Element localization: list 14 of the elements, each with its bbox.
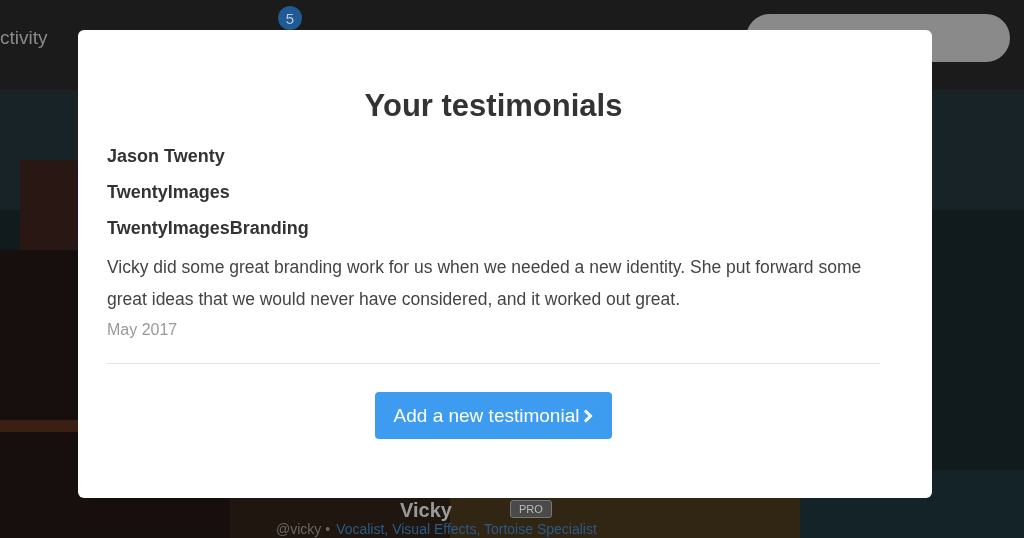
dialog-title: Your testimonials [363, 88, 624, 124]
project-name: TwentyImagesBranding [107, 218, 310, 239]
testimonial-text: Vicky did some great branding work for us when we needed a new identity. She put forward some great ideas that we would never have considered, and it worked out great. [107, 256, 863, 311]
notification-badge: 5 [278, 6, 302, 30]
profile-name: Vicky [400, 499, 452, 521]
pro-badge: PRO [510, 500, 552, 518]
author-name: Jason Twenty [107, 146, 226, 167]
add-testimonial-button[interactable]: Add a new testimonial [374, 392, 613, 439]
profile-roles[interactable]: Vocalist, Visual Effects, Tortoise Specialist [336, 521, 597, 537]
testimonial-date: May 2017 [107, 321, 179, 339]
company-name: TwentyImages [107, 182, 231, 203]
chevron-icon [583, 408, 594, 423]
profile-handle: @vicky • [276, 521, 331, 537]
nav-link[interactable]: ctivity [0, 27, 48, 49]
